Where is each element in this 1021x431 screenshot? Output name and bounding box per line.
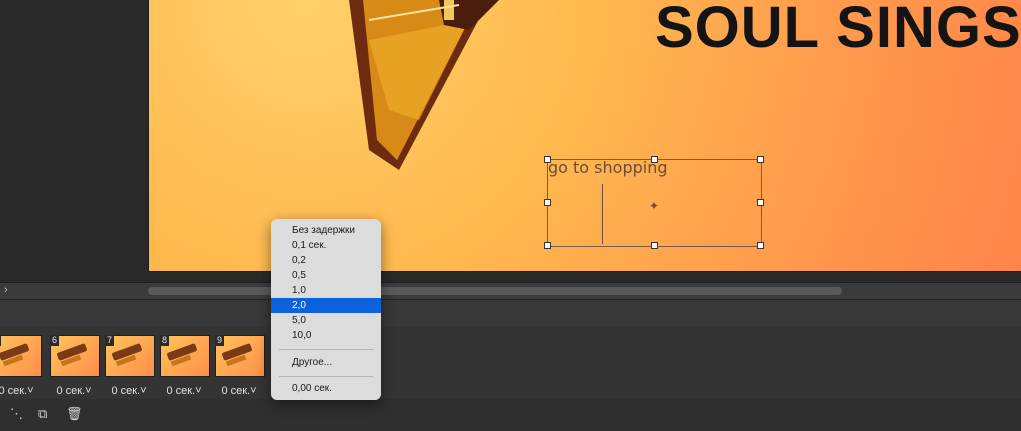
- frame-number: 9: [215, 335, 225, 346]
- timeline-frames: 5 0 сек.˅ 6 0 сек.˅ 7 0 сек.˅ 8 0 сек.˅ …: [0, 327, 1021, 399]
- scrollbar-thumb[interactable]: [148, 287, 842, 295]
- menu-item-1-0[interactable]: 1,0: [271, 283, 381, 298]
- frame-delay[interactable]: 0 сек.˅: [215, 385, 263, 397]
- headline: SOUL SINGS: [655, 0, 1021, 60]
- menu-item-custom-value[interactable]: 0,00 сек.: [271, 381, 381, 396]
- timeline-header: [0, 299, 1021, 328]
- frame-number: 7: [105, 335, 115, 346]
- transform-handle[interactable]: [651, 242, 658, 249]
- frame-number: 5: [0, 335, 2, 346]
- frame-delay[interactable]: 0 сек.˅: [105, 385, 153, 397]
- text-layer-content[interactable]: go to shopping: [548, 158, 668, 177]
- frame-item[interactable]: 7 0 сек.˅: [105, 335, 155, 399]
- menu-item-2-0[interactable]: 2,0: [271, 298, 381, 313]
- frame-delay[interactable]: 0 сек.˅: [160, 385, 208, 397]
- transform-handle[interactable]: [651, 156, 658, 163]
- frame-item[interactable]: 6 0 сек.˅: [50, 335, 100, 399]
- text-layer-box[interactable]: go to shopping ✦: [544, 156, 764, 249]
- menu-item-5-0[interactable]: 5,0: [271, 313, 381, 328]
- menu-item-0-2[interactable]: 0,2: [271, 253, 381, 268]
- frame-delay-menu[interactable]: Без задержки 0,1 сек. 0,2 0,5 1,0 2,0 5,…: [271, 219, 381, 400]
- menu-item-10-0[interactable]: 10,0: [271, 328, 381, 343]
- menu-separator: [279, 349, 373, 350]
- menu-item-0-1[interactable]: 0,1 сек.: [271, 238, 381, 253]
- tween-icon[interactable]: ⋱: [10, 406, 23, 422]
- transform-handle[interactable]: [757, 156, 764, 163]
- frame-item[interactable]: 8 0 сек.˅: [160, 335, 210, 399]
- frame-item[interactable]: 9 0 сек.˅: [215, 335, 265, 399]
- horizontal-scrollbar[interactable]: ›: [0, 282, 1021, 299]
- menu-item-0-5[interactable]: 0,5: [271, 268, 381, 283]
- balalaika-image: [349, 0, 499, 170]
- frame-number: 8: [160, 335, 170, 346]
- menu-item-no-delay[interactable]: Без задержки: [271, 223, 381, 238]
- frame-delay[interactable]: 0 сек.˅: [0, 385, 40, 397]
- reference-point-icon[interactable]: ✦: [649, 199, 659, 213]
- duplicate-frame-icon[interactable]: ⧉: [38, 406, 47, 422]
- chevron-right-icon[interactable]: ›: [4, 284, 8, 296]
- transform-handle[interactable]: [544, 242, 551, 249]
- frame-thumbnail[interactable]: [0, 335, 42, 377]
- menu-item-other[interactable]: Другое...: [271, 355, 381, 370]
- transform-handle[interactable]: [757, 199, 764, 206]
- transform-handle[interactable]: [544, 156, 551, 163]
- transform-handle[interactable]: [544, 199, 551, 206]
- frame-number: 6: [50, 335, 60, 346]
- text-cursor-line: [602, 184, 603, 244]
- delete-frame-icon[interactable]: 🗑: [66, 406, 83, 422]
- transform-handle[interactable]: [757, 242, 764, 249]
- timeline-toolbar: ⋱ ⧉ 🗑: [0, 399, 1021, 431]
- frame-item[interactable]: 5 0 сек.˅: [0, 335, 42, 399]
- menu-separator: [279, 376, 373, 377]
- frame-delay[interactable]: 0 сек.˅: [50, 385, 98, 397]
